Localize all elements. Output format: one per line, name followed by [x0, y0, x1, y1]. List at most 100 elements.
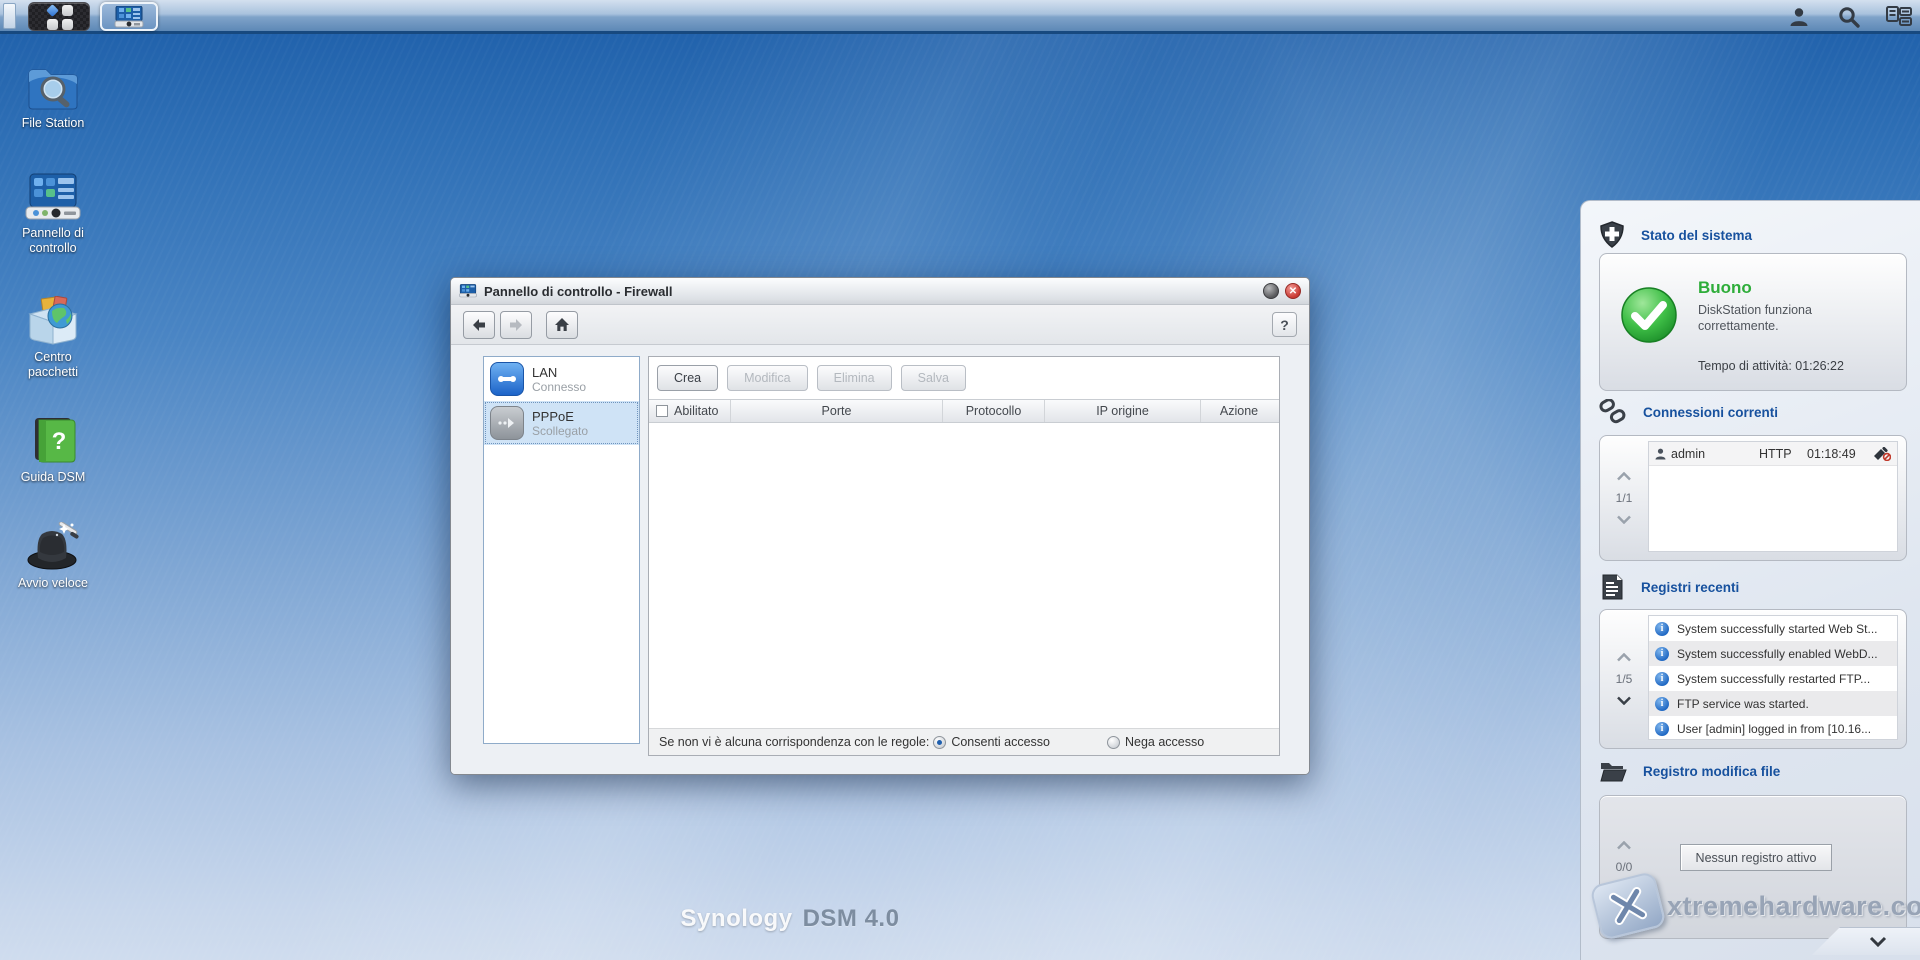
brand-name: Synology	[680, 905, 793, 932]
disconnect-icon[interactable]	[1873, 446, 1891, 461]
close-button[interactable]: ✕	[1285, 283, 1301, 299]
default-policy-bar: Se non vi è alcuna corrispondenza con le…	[649, 728, 1279, 755]
interface-status: Scollegato	[532, 423, 589, 438]
brand-version: DSM 4.0	[802, 905, 900, 932]
page-down-icon[interactable]	[1616, 696, 1632, 705]
column-header-ports[interactable]: Porte	[731, 400, 943, 422]
allow-access-label: Consenti accesso	[951, 735, 1050, 749]
action-buttons: Crea Modifica Elimina Salva	[649, 357, 1279, 399]
logs-list: i System successfully started Web St... …	[1648, 615, 1898, 740]
log-entry: i System successfully restarted FTP...	[1649, 666, 1897, 691]
logs-icon	[1602, 574, 1623, 600]
column-header-protocol[interactable]: Protocollo	[943, 400, 1045, 422]
page-up-icon[interactable]	[1616, 841, 1632, 850]
default-policy-label: Se non vi è alcuna corrispondenza con le…	[659, 735, 930, 749]
desktop-icon-quick-start[interactable]: Avvio veloce	[8, 522, 98, 591]
user-icon	[1790, 8, 1808, 26]
forward-arrow-icon	[510, 318, 522, 331]
widget-title: Connessioni correnti	[1643, 404, 1779, 420]
dsm-branding: Synology DSM 4.0	[0, 905, 1580, 933]
log-entry: i User [admin] logged in from [10.16...	[1649, 716, 1897, 741]
firewall-rules-panel: Crea Modifica Elimina Salva Abilitato Po…	[648, 356, 1280, 756]
interface-item-lan[interactable]: LAN Connesso	[484, 357, 639, 401]
logs-pager: 1/5	[1600, 610, 1648, 748]
search-button[interactable]	[1836, 5, 1862, 29]
interface-list: LAN Connesso PPPoE Scollegato	[483, 356, 640, 744]
back-button[interactable]	[463, 310, 495, 339]
forward-button[interactable]	[500, 310, 532, 339]
delete-button[interactable]: Elimina	[816, 365, 892, 391]
connections-list: admin HTTP 01:18:49	[1648, 441, 1898, 552]
desktop-icon-file-station[interactable]: File Station	[8, 62, 98, 131]
rules-table-header: Abilitato Porte Protocollo IP origine Az…	[649, 399, 1279, 423]
file-station-icon	[8, 62, 98, 112]
window-content: LAN Connesso PPPoE Scollegato Crea Modif…	[451, 345, 1309, 774]
status-value: Buono	[1698, 278, 1752, 297]
widget-title: Stato del sistema	[1641, 227, 1753, 243]
main-menu-grid-icon	[46, 4, 73, 30]
column-header-action[interactable]: Azione	[1201, 400, 1277, 422]
no-active-log-message: Nessun registro attivo	[1680, 844, 1832, 871]
desktop-icon-label: Guida DSM	[20, 470, 86, 484]
user-options-button[interactable]	[1786, 5, 1812, 29]
connection-row: admin HTTP 01:18:49	[1649, 442, 1897, 466]
main-menu-button[interactable]	[28, 2, 90, 31]
search-icon	[1839, 7, 1860, 28]
log-entry: i System successfully started Web St...	[1649, 616, 1897, 641]
page-indicator: 1/1	[1615, 491, 1633, 505]
control-panel-icon	[114, 5, 144, 27]
page-down-icon[interactable]	[1616, 515, 1632, 524]
pppoe-icon	[490, 406, 524, 440]
show-desktop-button[interactable]	[3, 3, 16, 29]
pilot-view-icon	[1886, 6, 1912, 26]
column-header-enabled[interactable]: Abilitato	[649, 400, 731, 422]
recent-logs-card: 1/5 i System successfully started Web St…	[1599, 609, 1907, 749]
info-icon: i	[1655, 621, 1669, 636]
collapse-chevron-icon	[1869, 936, 1887, 947]
control-panel-desktop-icon	[8, 172, 98, 222]
svg-text:?: ?	[52, 428, 67, 455]
info-icon: i	[1655, 646, 1669, 661]
interface-status: Connesso	[532, 379, 587, 394]
file-log-icon	[1600, 763, 1627, 782]
desktop-icon-package-center[interactable]: Centro pacchetti	[8, 296, 98, 380]
desktop-icon-control-panel[interactable]: Pannello di controllo	[8, 172, 98, 256]
select-all-checkbox[interactable]	[656, 405, 668, 417]
save-button[interactable]: Salva	[900, 365, 966, 391]
interface-name: LAN	[532, 364, 558, 380]
home-button[interactable]	[546, 310, 578, 339]
deny-access-label: Nega accesso	[1124, 735, 1205, 749]
page-up-icon[interactable]	[1616, 653, 1632, 662]
taskbar	[0, 0, 1920, 34]
page-up-icon[interactable]	[1616, 472, 1632, 481]
allow-access-radio[interactable]	[933, 735, 947, 749]
desktop-icon-label: Centro pacchetti	[27, 350, 79, 379]
deny-access-radio[interactable]	[1106, 735, 1120, 749]
create-button[interactable]: Crea	[657, 365, 719, 391]
status-ok-icon	[1621, 287, 1677, 343]
uptime-text: Tempo di attività: 01:26:22	[1698, 359, 1844, 373]
desktop-icon-label: File Station	[21, 116, 85, 130]
desktop-icon-label: Avvio veloce	[18, 576, 88, 590]
modify-button[interactable]: Modifica	[727, 365, 808, 391]
back-arrow-icon	[473, 318, 485, 331]
watermark-text: xtremehardware.com	[1667, 890, 1920, 921]
page-indicator: 1/5	[1615, 672, 1633, 686]
page-indicator: 0/0	[1615, 860, 1633, 874]
log-entry: i FTP service was started.	[1649, 691, 1897, 716]
desktop-icon-dsm-help[interactable]: ? Guida DSM	[8, 416, 98, 485]
connection-protocol: HTTP	[1759, 446, 1792, 461]
taskbar-item-control-panel[interactable]	[100, 2, 158, 31]
control-panel-window: Pannello di controllo - Firewall ✕ ? LAN…	[450, 277, 1310, 775]
interface-item-pppoe[interactable]: PPPoE Scollegato	[484, 401, 639, 445]
column-header-source-ip[interactable]: IP origine	[1045, 400, 1201, 422]
window-titlebar[interactable]: Pannello di controllo - Firewall ✕	[451, 278, 1309, 305]
window-title-icon	[459, 284, 477, 298]
pilot-view-button[interactable]	[1886, 5, 1912, 29]
connection-user: admin	[1671, 446, 1706, 461]
help-button[interactable]: ?	[1272, 312, 1297, 337]
package-center-icon	[8, 296, 98, 346]
widget-title: Registro modifica file	[1643, 763, 1781, 779]
minimize-button[interactable]	[1263, 283, 1279, 299]
system-status-icon	[1600, 221, 1624, 248]
